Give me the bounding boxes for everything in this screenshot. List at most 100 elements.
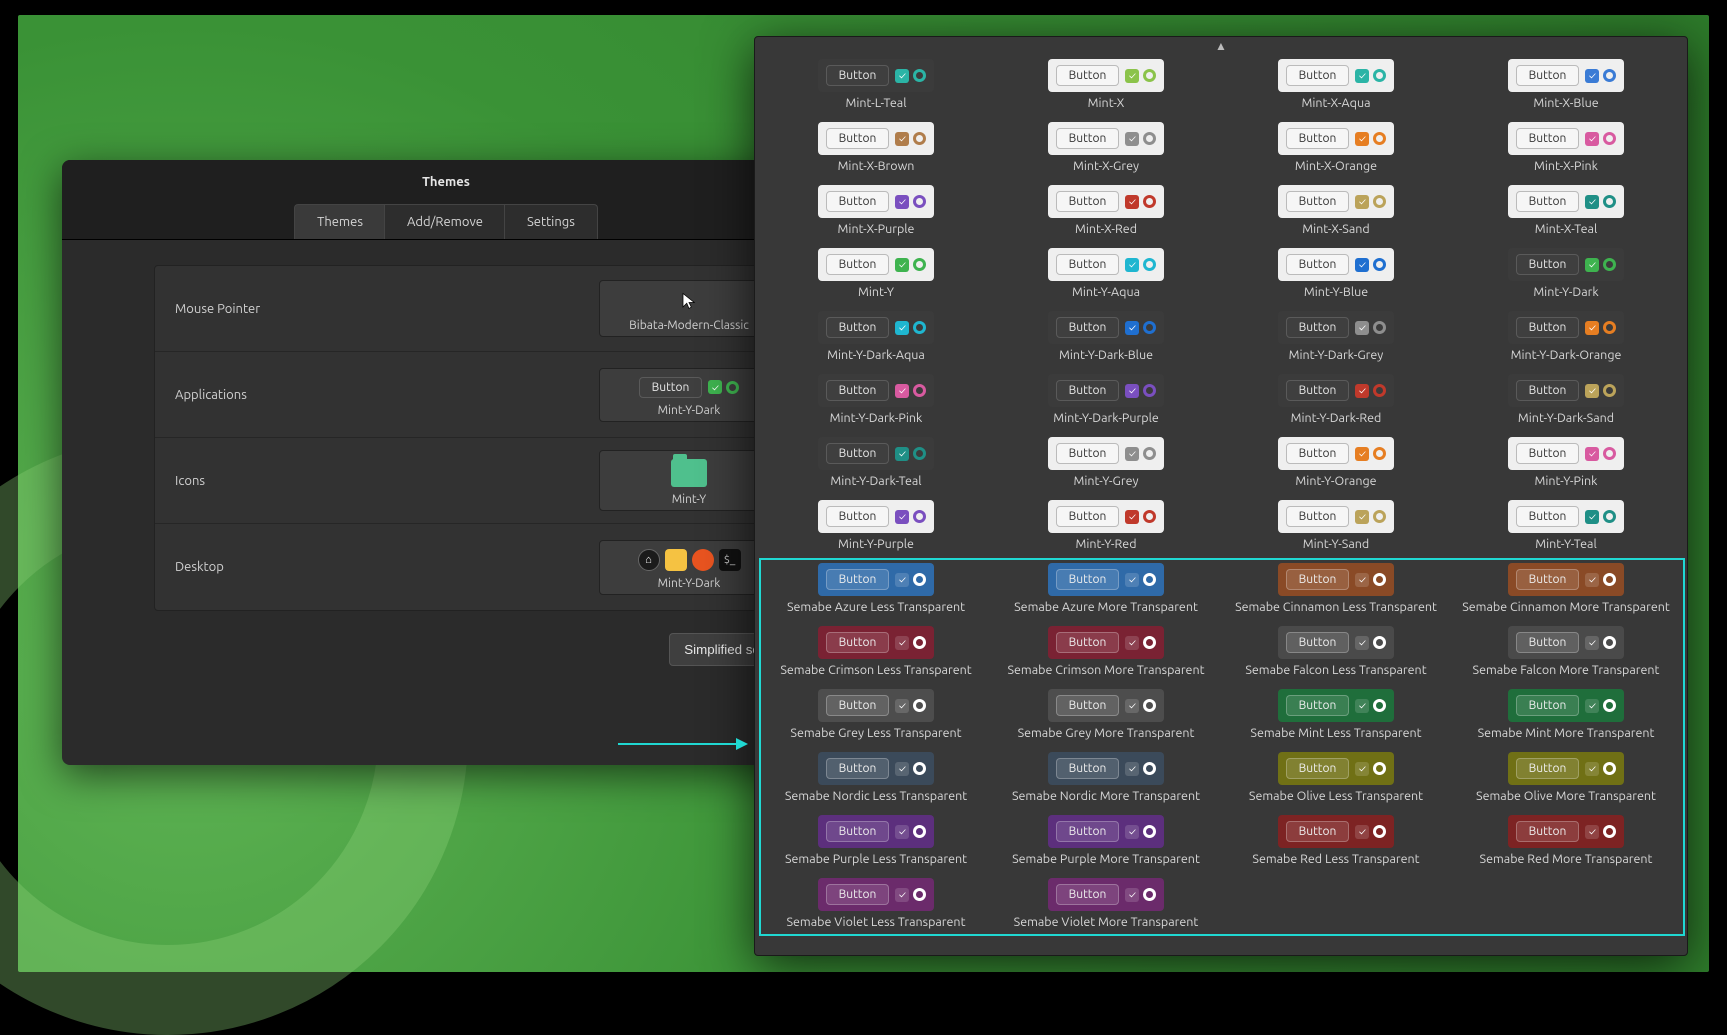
- theme-option[interactable]: Button✓Semabe Grey More Transparent: [991, 687, 1221, 742]
- radio-icon: [913, 321, 926, 334]
- theme-option[interactable]: Button✓Mint-Y-Dark-Blue: [991, 309, 1221, 364]
- firefox-icon: [692, 549, 714, 571]
- check-icon: ✓: [1125, 195, 1139, 209]
- theme-option[interactable]: Button✓Mint-L-Teal: [761, 57, 991, 112]
- theme-option[interactable]: Button✓Mint-Y-Purple: [761, 498, 991, 553]
- tab-settings[interactable]: Settings: [504, 204, 598, 239]
- radio-icon: [1143, 825, 1156, 838]
- radio-icon: [1373, 510, 1386, 523]
- theme-option[interactable]: Button✓Mint-Y-Dark-Purple: [991, 372, 1221, 427]
- icons-theme-selector[interactable]: Mint-Y: [599, 450, 779, 511]
- theme-option[interactable]: Button✓Semabe Nordic Less Transparent: [761, 750, 991, 805]
- theme-option[interactable]: Button✓Mint-Y-Sand: [1221, 498, 1451, 553]
- theme-option[interactable]: Button✓Mint-X-Sand: [1221, 183, 1451, 238]
- theme-name-label: Mint-L-Teal: [846, 96, 907, 110]
- sample-button: Button: [1056, 65, 1120, 86]
- radio-icon: [1373, 636, 1386, 649]
- sample-button: Button: [1516, 65, 1580, 86]
- files-icon: [665, 549, 687, 571]
- radio-icon: [1603, 825, 1616, 838]
- theme-swatch: Button✓: [818, 374, 935, 407]
- theme-option[interactable]: Button✓Mint-Y-Pink: [1451, 435, 1681, 490]
- theme-option[interactable]: Button✓Semabe Crimson Less Transparent: [761, 624, 991, 679]
- theme-option[interactable]: Button✓Semabe Nordic More Transparent: [991, 750, 1221, 805]
- theme-name-label: Semabe Olive More Transparent: [1476, 789, 1656, 803]
- theme-option[interactable]: Button✓Semabe Azure More Transparent: [991, 561, 1221, 616]
- radio-icon: [1373, 384, 1386, 397]
- theme-option[interactable]: Button✓Mint-Y-Aqua: [991, 246, 1221, 301]
- theme-option[interactable]: Button✓Semabe Purple More Transparent: [991, 813, 1221, 868]
- theme-option[interactable]: Button✓Mint-Y-Dark-Grey: [1221, 309, 1451, 364]
- theme-option[interactable]: Button✓Mint-Y-Dark-Aqua: [761, 309, 991, 364]
- mouse-pointer-selector[interactable]: Bibata-Modern-Classic: [599, 280, 779, 337]
- theme-swatch: Button✓: [1048, 626, 1165, 659]
- theme-option[interactable]: Button✓Semabe Falcon More Transparent: [1451, 624, 1681, 679]
- theme-option[interactable]: Button✓Mint-X-Grey: [991, 120, 1221, 175]
- theme-option[interactable]: Button✓Mint-X-Teal: [1451, 183, 1681, 238]
- theme-option[interactable]: Button✓Semabe Red Less Transparent: [1221, 813, 1451, 868]
- theme-option[interactable]: Button✓Mint-X-Blue: [1451, 57, 1681, 112]
- radio-icon: [1143, 195, 1156, 208]
- theme-option[interactable]: Button✓Semabe Falcon Less Transparent: [1221, 624, 1451, 679]
- theme-option[interactable]: Button✓Mint-Y-Grey: [991, 435, 1221, 490]
- theme-option[interactable]: Button✓Mint-X: [991, 57, 1221, 112]
- theme-option[interactable]: Button✓Mint-Y-Red: [991, 498, 1221, 553]
- theme-name-label: Semabe Azure More Transparent: [1014, 600, 1198, 614]
- theme-name-label: Mint-Y-Orange: [1295, 474, 1376, 488]
- theme-option[interactable]: Button✓Semabe Olive Less Transparent: [1221, 750, 1451, 805]
- theme-option[interactable]: Button✓Mint-X-Orange: [1221, 120, 1451, 175]
- check-icon: ✓: [895, 447, 909, 461]
- theme-swatch: Button✓: [1048, 500, 1165, 533]
- theme-option[interactable]: Button✓Semabe Olive More Transparent: [1451, 750, 1681, 805]
- sample-button: Button: [1056, 569, 1120, 590]
- theme-option[interactable]: Button✓Mint-Y-Dark-Orange: [1451, 309, 1681, 364]
- theme-option[interactable]: Button✓Mint-Y-Dark-Sand: [1451, 372, 1681, 427]
- tab-bar: Themes Add/Remove Settings: [62, 204, 830, 240]
- theme-option[interactable]: Button✓Mint-Y-Blue: [1221, 246, 1451, 301]
- theme-option[interactable]: Button✓Semabe Violet More Transparent: [991, 876, 1221, 931]
- theme-option[interactable]: Button✓Mint-Y-Dark: [1451, 246, 1681, 301]
- theme-option[interactable]: Button✓Semabe Cinnamon Less Transparent: [1221, 561, 1451, 616]
- theme-option[interactable]: Button✓Mint-X-Pink: [1451, 120, 1681, 175]
- theme-option[interactable]: Button✓Mint-X-Aqua: [1221, 57, 1451, 112]
- scroll-up-arrow[interactable]: ▲: [755, 37, 1687, 55]
- theme-option[interactable]: Button✓Semabe Azure Less Transparent: [761, 561, 991, 616]
- theme-swatch: Button✓: [1278, 248, 1395, 281]
- sample-button: Button: [1516, 254, 1580, 275]
- theme-option[interactable]: Button✓ Semabe Crimson More Transparent: [991, 624, 1221, 679]
- theme-option[interactable]: Button✓Semabe Cinnamon More Transparent: [1451, 561, 1681, 616]
- theme-swatch: Button✓: [1508, 815, 1625, 848]
- theme-option[interactable]: Button✓Semabe Purple Less Transparent: [761, 813, 991, 868]
- theme-option[interactable]: Button✓Mint-Y-Dark-Pink: [761, 372, 991, 427]
- theme-option[interactable]: Button✓Mint-X-Brown: [761, 120, 991, 175]
- theme-name-label: Mint-Y-Dark-Orange: [1511, 348, 1622, 362]
- theme-option[interactable]: Button✓Mint-Y-Dark-Teal: [761, 435, 991, 490]
- sample-button: Button: [826, 443, 890, 464]
- tab-add-remove[interactable]: Add/Remove: [384, 204, 506, 239]
- theme-swatch: Button✓: [818, 752, 935, 785]
- tab-themes[interactable]: Themes: [294, 204, 386, 239]
- theme-option[interactable]: Button✓Semabe Grey Less Transparent: [761, 687, 991, 742]
- theme-option[interactable]: Button✓Mint-X-Red: [991, 183, 1221, 238]
- theme-option[interactable]: Button✓Mint-Y: [761, 246, 991, 301]
- applications-theme-selector[interactable]: Button ✓ Mint-Y-Dark: [599, 368, 779, 422]
- theme-name-label: Semabe Falcon More Transparent: [1473, 663, 1660, 677]
- theme-name-label: Semabe Crimson More Transparent: [1007, 663, 1204, 677]
- theme-option[interactable]: Button✓Semabe Mint Less Transparent: [1221, 687, 1451, 742]
- theme-option[interactable]: Button✓Mint-X-Purple: [761, 183, 991, 238]
- theme-swatch: Button✓: [1048, 185, 1165, 218]
- desktop-theme-selector[interactable]: ⌂ $_ Mint-Y-Dark: [599, 540, 779, 595]
- window-titlebar[interactable]: Themes: [62, 160, 830, 204]
- theme-option[interactable]: Button✓Semabe Mint More Transparent: [1451, 687, 1681, 742]
- theme-name-label: Mint-Y-Dark-Sand: [1518, 411, 1614, 425]
- theme-option[interactable]: Button✓Mint-Y-Teal: [1451, 498, 1681, 553]
- sample-button: Button: [1516, 128, 1580, 149]
- theme-option[interactable]: Button✓Semabe Red More Transparent: [1451, 813, 1681, 868]
- theme-swatch: Button✓: [818, 185, 935, 218]
- radio-icon: [913, 699, 926, 712]
- theme-swatch: Button✓: [1278, 185, 1395, 218]
- theme-option[interactable]: Button✓Semabe Violet Less Transparent: [761, 876, 991, 931]
- theme-option[interactable]: Button✓Mint-Y-Orange: [1221, 435, 1451, 490]
- radio-icon: [1143, 321, 1156, 334]
- theme-option[interactable]: Button✓Mint-Y-Dark-Red: [1221, 372, 1451, 427]
